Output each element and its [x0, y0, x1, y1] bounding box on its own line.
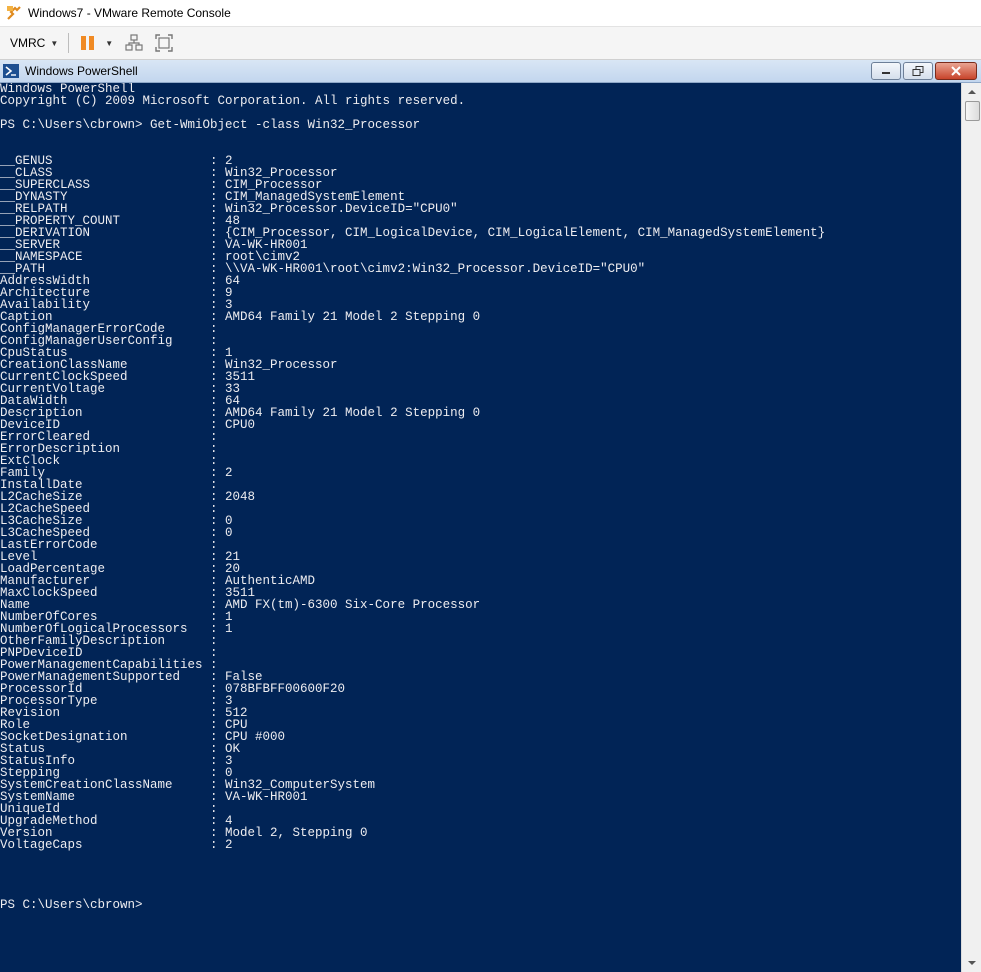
fullscreen-icon: [155, 34, 173, 52]
minimize-button[interactable]: [871, 62, 901, 80]
pause-button[interactable]: ▼: [81, 36, 113, 50]
pause-icon: [81, 36, 97, 50]
fullscreen-button[interactable]: [155, 34, 173, 52]
console-line: Copyright (C) 2009 Microsoft Corporation…: [0, 94, 466, 108]
close-button[interactable]: [935, 62, 977, 80]
toolbar-separator: [68, 33, 70, 53]
console-line: PS C:\Users\cbrown> Get-WmiObject -class…: [0, 118, 421, 132]
send-ctrl-alt-del-icon: [125, 34, 143, 51]
powershell-window-title: Windows PowerShell: [25, 64, 138, 78]
send-ctrl-alt-del-button[interactable]: [125, 34, 143, 52]
vertical-scrollbar[interactable]: [961, 83, 981, 972]
minimize-icon: [882, 72, 890, 74]
vmrc-menu-button[interactable]: VMRC ▼: [10, 36, 58, 50]
restore-button[interactable]: [903, 62, 933, 80]
scroll-down-arrow-icon[interactable]: [967, 959, 977, 967]
console-line: VoltageCaps : 2: [0, 838, 233, 852]
window-controls: [869, 62, 977, 80]
restore-icon: [912, 66, 924, 76]
scroll-up-arrow-icon[interactable]: [967, 88, 977, 96]
powershell-title-bar: Windows PowerShell: [0, 60, 981, 83]
close-icon: [951, 66, 961, 76]
chevron-down-icon: ▼: [105, 38, 114, 48]
window-title: Windows7 - VMware Remote Console: [28, 6, 231, 20]
scrollbar-thumb[interactable]: [965, 101, 980, 121]
vmware-logo-icon: [7, 6, 21, 20]
powershell-icon: [3, 64, 19, 78]
vmrc-title-bar: Windows7 - VMware Remote Console: [0, 0, 981, 27]
chevron-down-icon: ▼: [50, 38, 59, 48]
vmrc-menu-label: VMRC: [10, 36, 46, 50]
console-line: PS C:\Users\cbrown>: [0, 898, 143, 912]
vmrc-toolbar: VMRC ▼ ▼: [0, 27, 981, 60]
powershell-console[interactable]: Windows PowerShell Copyright (C) 2009 Mic…: [0, 83, 961, 972]
